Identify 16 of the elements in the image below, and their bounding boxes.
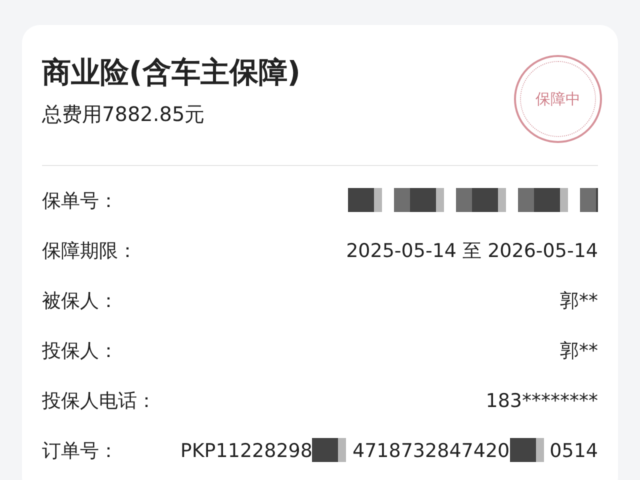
row-value: 183********	[486, 389, 598, 414]
row-value: PKP11228298	[180, 439, 312, 464]
row-value: 4718732847420	[352, 439, 510, 464]
row-label: 投保人电话：	[42, 389, 156, 414]
row-value: 郭**	[560, 289, 598, 314]
row-value: 2025-05-14 至 2026-05-14	[346, 239, 598, 264]
row-label: 保障期限：	[42, 239, 137, 264]
policy-title: 商业险(含车主保障)	[42, 54, 301, 91]
row-label: 订单号：	[42, 439, 118, 464]
total-cost: 总费用7882.85元	[42, 101, 206, 128]
row-value: 0514	[550, 439, 598, 464]
row-label: 被保人：	[42, 289, 118, 314]
row-label: 投保人：	[42, 339, 118, 364]
status-stamp: 保障中	[514, 55, 602, 143]
row-label: 保单号：	[42, 189, 118, 214]
row-value: 郭**	[560, 339, 598, 364]
